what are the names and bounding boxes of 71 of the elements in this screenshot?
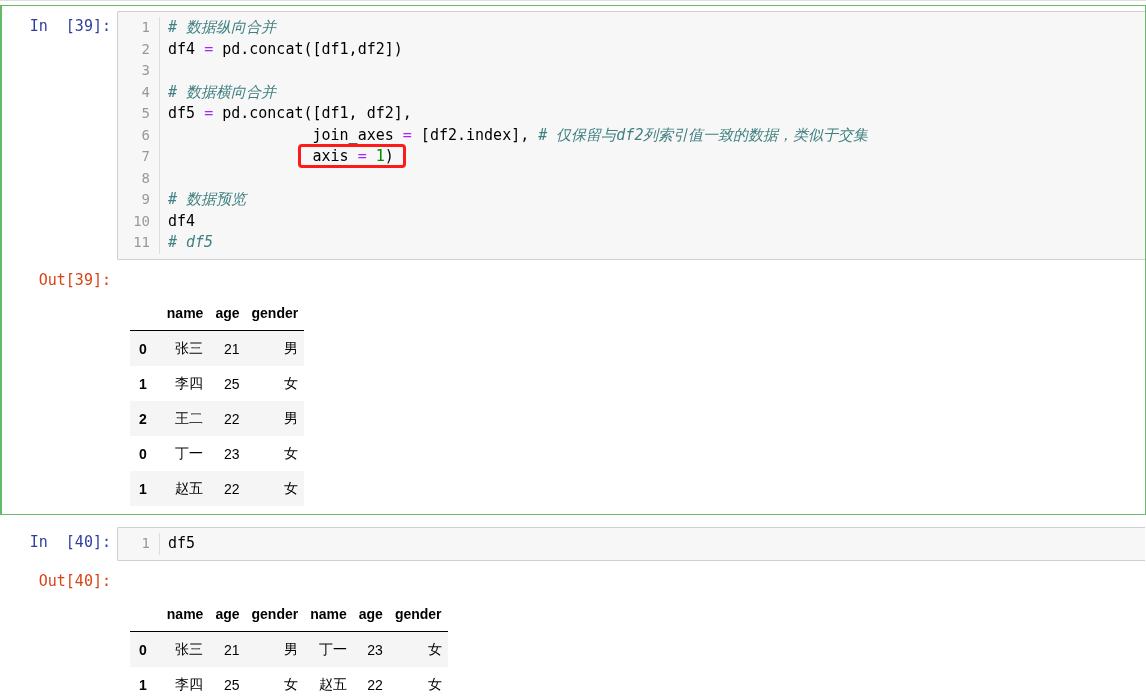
table-cell: 22 — [209, 471, 246, 506]
column-header: name — [304, 596, 353, 632]
line-number: 7 — [140, 147, 151, 166]
table-cell: 李四 — [160, 366, 210, 401]
table-cell: 23 — [352, 631, 389, 667]
table-cell: 女 — [388, 667, 448, 697]
table-cell: 丁一 — [304, 631, 353, 667]
table-cell: 男 — [245, 330, 305, 366]
line-number: 3 — [140, 61, 151, 80]
line-number: 5 — [140, 104, 151, 123]
table-cell: 女 — [245, 667, 305, 697]
table-cell: 王二 — [160, 401, 210, 436]
row-index: 1 — [130, 667, 161, 697]
table-cell: 男 — [245, 401, 305, 436]
table-cell: 23 — [209, 436, 246, 471]
table-cell: 22 — [209, 401, 246, 436]
input-prompt: In [40]: — [28, 532, 112, 553]
line-number: 1 — [140, 534, 151, 553]
code-line: # 数据预览 — [168, 189, 247, 210]
table-cell: 21 — [209, 631, 246, 667]
table-cell: 女 — [245, 366, 305, 401]
column-header: gender — [245, 596, 305, 632]
code-line: axis = 1) — [311, 146, 394, 167]
input-prompt: In [39]: — [28, 16, 112, 37]
line-number: 4 — [140, 82, 151, 102]
column-header: gender — [388, 596, 448, 632]
code-editor[interactable]: 1 df5 — [117, 527, 1145, 561]
output-prompt: Out[40]: — [37, 570, 112, 592]
line-number: 6 — [140, 125, 151, 145]
row-index: 0 — [130, 436, 161, 471]
table-cell: 女 — [245, 471, 305, 506]
table-cell: 张三 — [160, 330, 210, 366]
output-prompt: Out[39]: — [37, 269, 112, 291]
column-header: gender — [245, 295, 305, 331]
table-cell: 25 — [209, 667, 246, 697]
column-header: name — [160, 295, 210, 331]
line-number: 10 — [132, 211, 151, 231]
table-cell: 女 — [245, 436, 305, 471]
code-line: df4 = pd.concat([df1,df2]) — [168, 38, 403, 60]
line-number: 2 — [140, 39, 151, 59]
row-index: 0 — [130, 631, 161, 667]
code-line: # 数据纵向合并 — [168, 17, 277, 38]
line-number: 11 — [132, 233, 151, 252]
table-cell: 丁一 — [160, 436, 210, 471]
code-line: # df5 — [168, 232, 214, 253]
column-header: age — [209, 295, 246, 331]
line-number: 8 — [140, 168, 151, 188]
line-number: 1 — [140, 18, 151, 37]
table-cell: 女 — [388, 631, 448, 667]
code-line: df5 — [168, 533, 196, 554]
row-index: 2 — [130, 401, 161, 436]
line-number: 9 — [140, 190, 151, 209]
code-line: # 数据横向合并 — [168, 81, 277, 103]
code-line: df5 = pd.concat([df1, df2], — [168, 103, 412, 124]
table-cell: 男 — [245, 631, 305, 667]
row-index: 0 — [130, 330, 161, 366]
table-cell: 25 — [209, 366, 246, 401]
code-editor[interactable]: 1 2 3 4 5 6 7 8 9 10 11 # 数据纵向合并 df4 = pd.concat([df1,df2]) # 数据横向合并 df5 = pd.concat([df1, df2], join_axes = [df2.index], # 仅保留与df2列索引值一致的数据，类似于交集 axis = 1) # 数据预览 df4 # df5 — [117, 11, 1145, 260]
row-index: 1 — [130, 366, 161, 401]
column-header: age — [209, 596, 246, 632]
code-line: join_axes = [df2.index], # 仅保留与df2列索引值一致的数据，类似于交集 — [311, 124, 869, 146]
table-cell: 21 — [209, 330, 246, 366]
table-cell: 赵五 — [304, 667, 353, 697]
table-cell: 22 — [352, 667, 389, 697]
code-line: df4 — [168, 210, 196, 232]
table-cell: 李四 — [160, 667, 210, 697]
row-index: 1 — [130, 471, 161, 506]
column-header: age — [352, 596, 389, 632]
table-cell: 赵五 — [160, 471, 210, 506]
table-cell: 张三 — [160, 631, 210, 667]
column-header: name — [160, 596, 210, 632]
